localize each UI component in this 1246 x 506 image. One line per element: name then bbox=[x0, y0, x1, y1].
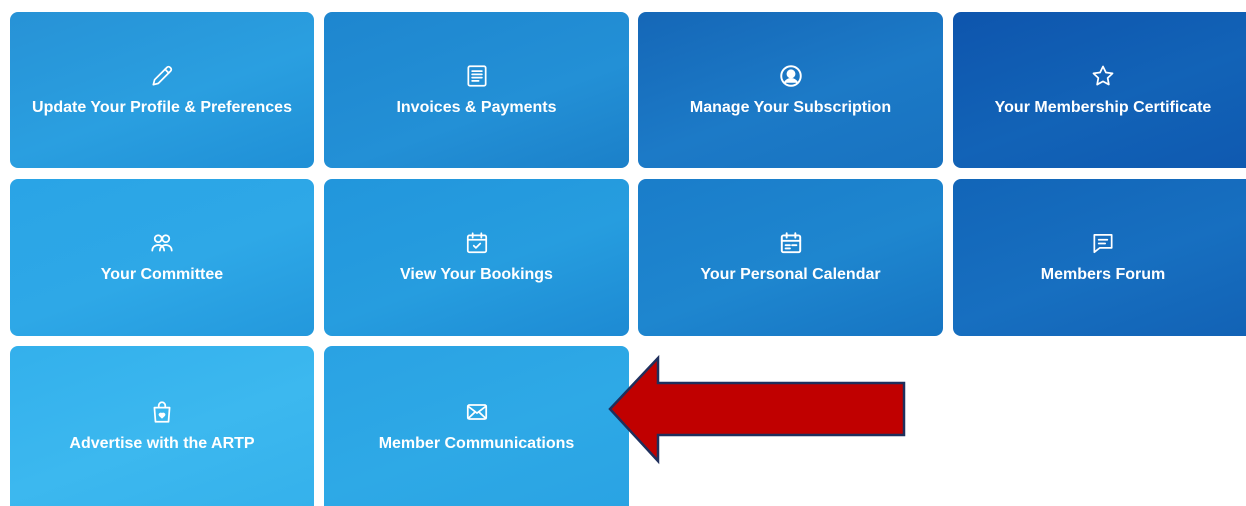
tile-update-profile[interactable]: Update Your Profile & Preferences bbox=[10, 12, 314, 168]
tile-label: Update Your Profile & Preferences bbox=[32, 98, 292, 116]
tile-members-forum[interactable]: Members Forum bbox=[953, 179, 1246, 336]
tile-personal-calendar[interactable]: Your Personal Calendar bbox=[638, 179, 943, 336]
star-icon bbox=[1090, 63, 1116, 89]
pencil-icon bbox=[149, 63, 175, 89]
tile-member-communications[interactable]: Member Communications bbox=[324, 346, 629, 506]
chat-icon bbox=[1090, 230, 1116, 256]
tile-label: View Your Bookings bbox=[400, 266, 553, 283]
users-icon bbox=[149, 230, 175, 256]
tile-label: Invoices & Payments bbox=[396, 98, 557, 116]
tile-label: Manage Your Subscription bbox=[689, 98, 892, 116]
tile-label: Your Committee bbox=[100, 266, 224, 283]
tile-label: Your Personal Calendar bbox=[700, 266, 881, 283]
tile-label: Advertise with the ARTP bbox=[69, 434, 255, 452]
shopping-bag-icon bbox=[149, 399, 175, 425]
tile-your-committee[interactable]: Your Committee bbox=[10, 179, 314, 336]
envelope-icon bbox=[464, 399, 490, 425]
user-circle-icon bbox=[778, 63, 804, 89]
tile-manage-subscription[interactable]: Manage Your Subscription bbox=[638, 12, 943, 168]
tile-label: Members Forum bbox=[1040, 266, 1166, 283]
member-dashboard-grid: Update Your Profile & Preferences Invoic… bbox=[0, 0, 1246, 506]
calendar-icon bbox=[778, 230, 804, 256]
tile-view-bookings[interactable]: View Your Bookings bbox=[324, 179, 629, 336]
tile-label: Your Membership Certificate bbox=[994, 98, 1212, 116]
calendar-check-icon bbox=[464, 230, 490, 256]
tile-membership-certificate[interactable]: Your Membership Certificate bbox=[953, 12, 1246, 168]
invoice-icon bbox=[464, 63, 490, 89]
tile-label: Member Communications bbox=[378, 434, 575, 452]
tile-invoices-payments[interactable]: Invoices & Payments bbox=[324, 12, 629, 168]
tile-advertise-artp[interactable]: Advertise with the ARTP bbox=[10, 346, 314, 506]
